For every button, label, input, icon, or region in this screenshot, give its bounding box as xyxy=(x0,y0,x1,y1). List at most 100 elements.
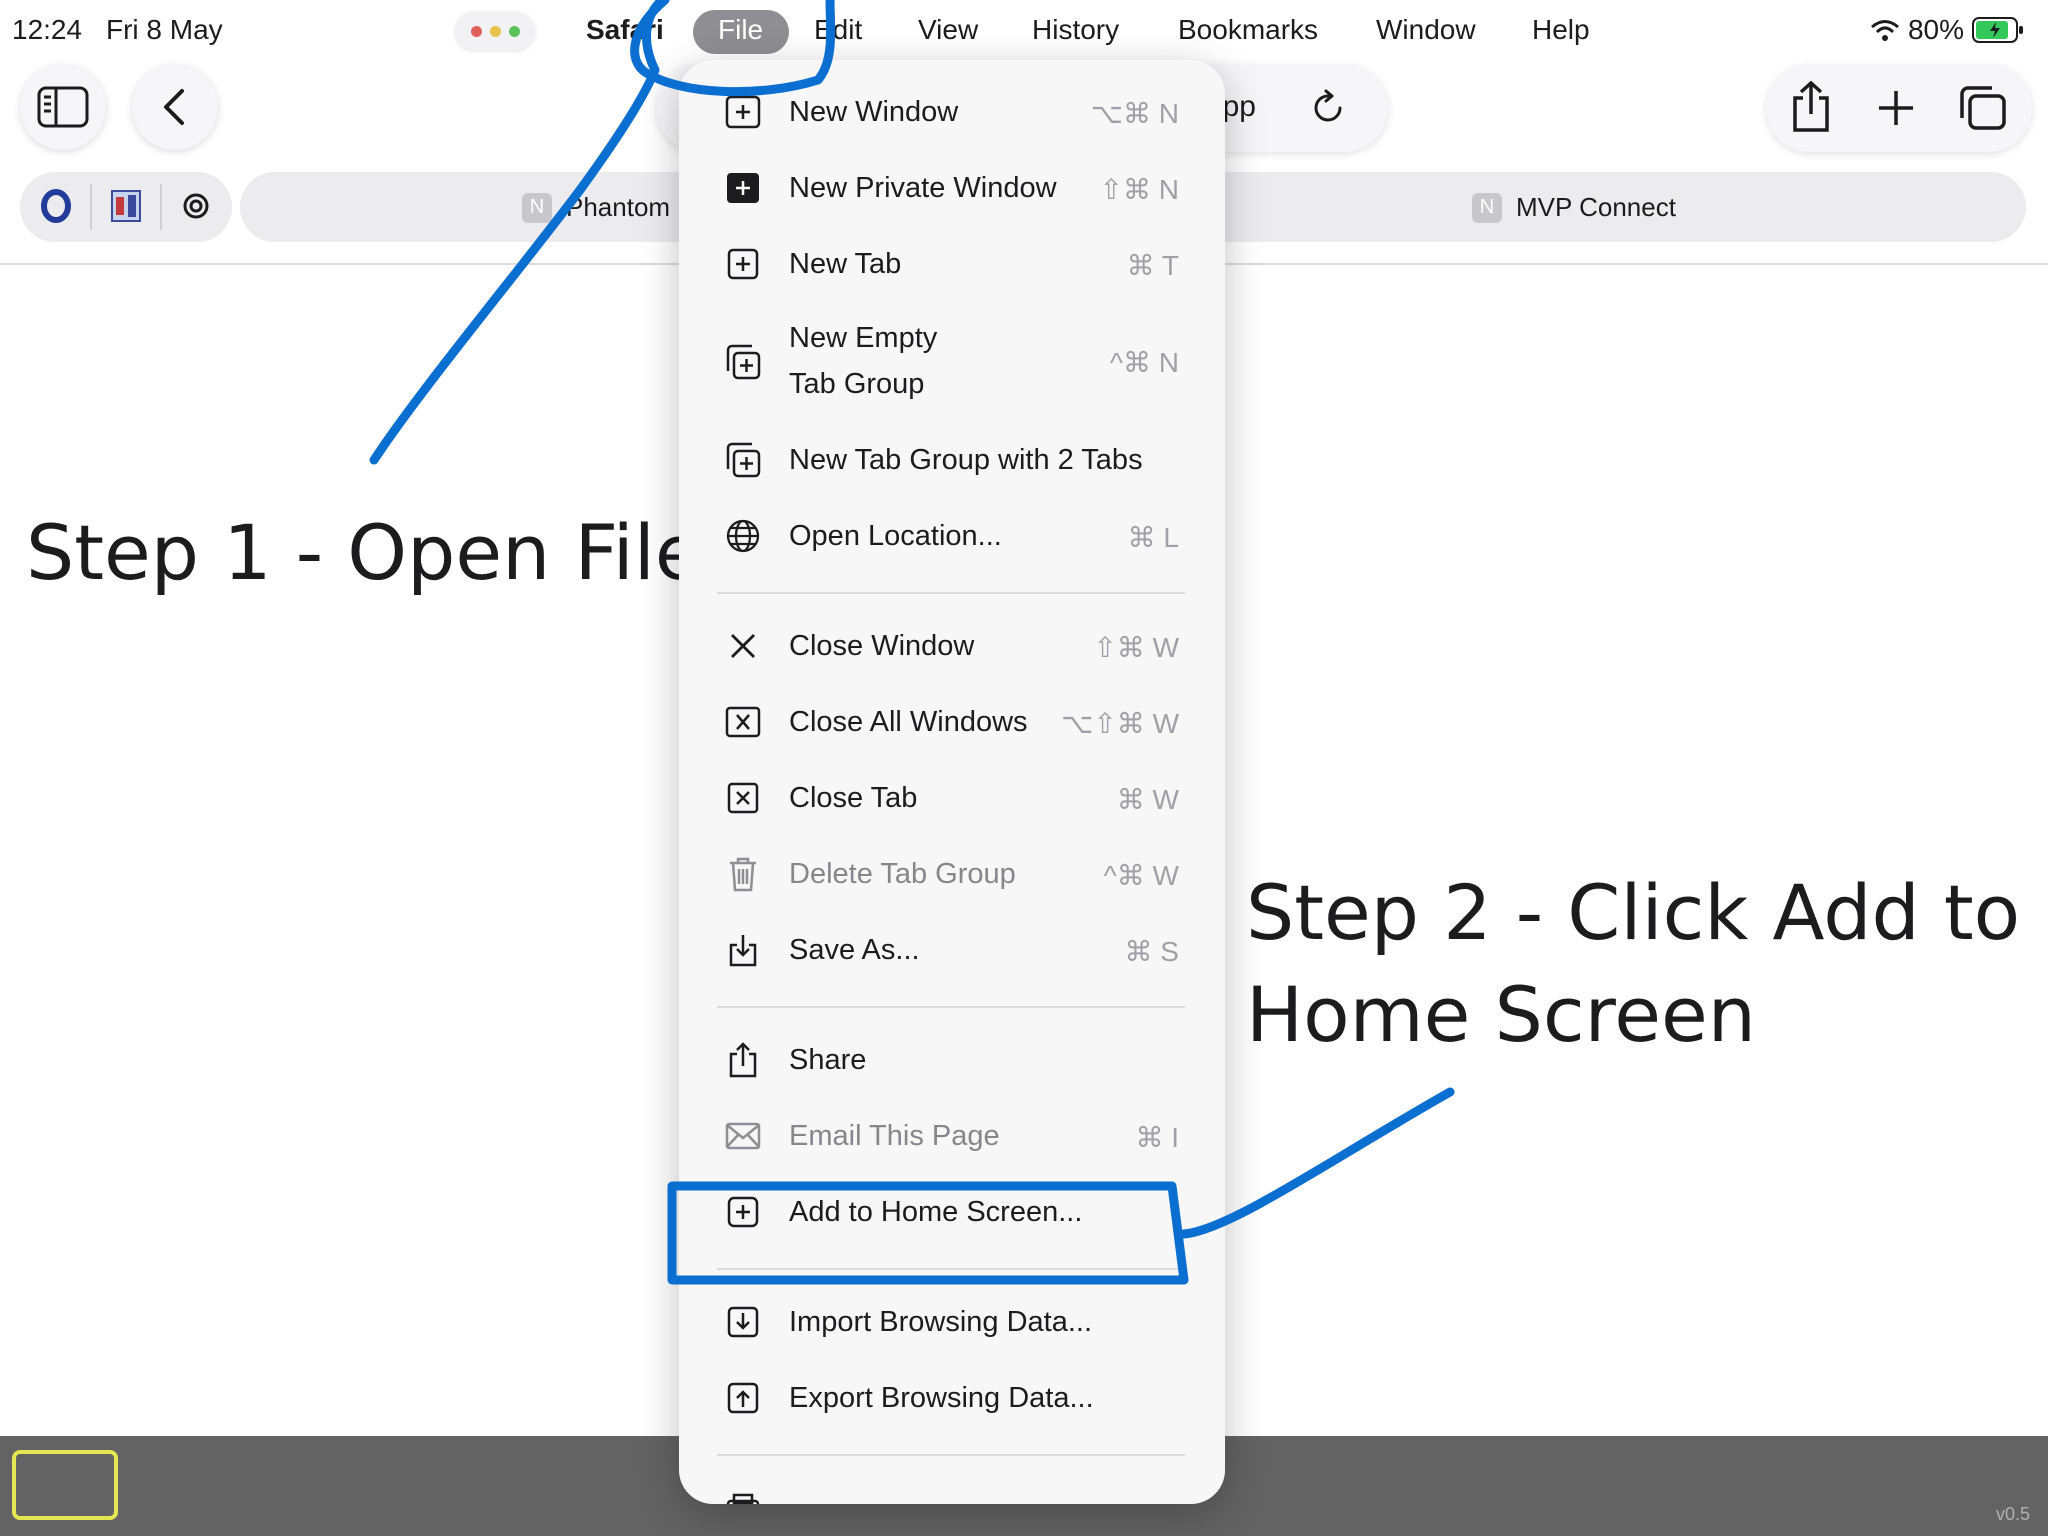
envelope-icon xyxy=(725,1118,761,1154)
menu-item-open-location[interactable]: Open Location... ⌘ L xyxy=(679,506,1225,566)
menu-item-label: Export Browsing Data... xyxy=(789,1382,1094,1414)
menu-item-new-tab-group-with-tabs[interactable]: New Tab Group with 2 Tabs xyxy=(679,430,1225,490)
menu-item-shortcut: ⌥⇧⌘ W xyxy=(1061,708,1179,739)
menu-separator xyxy=(717,1454,1185,1456)
menu-item-import-browsing-data[interactable]: Import Browsing Data... xyxy=(679,1292,1225,1352)
export-icon xyxy=(725,1380,761,1416)
menu-item-label: Import Browsing Data... xyxy=(789,1306,1092,1338)
battery-icon xyxy=(1972,17,2023,43)
menu-item-label: Close Window xyxy=(789,630,975,662)
tabs-overview-icon[interactable] xyxy=(1958,84,2008,132)
menu-item-shortcut: ⇧⌘ N xyxy=(1099,174,1179,205)
menu-item-label: Close All Windows xyxy=(789,706,1028,738)
sidebar-icon xyxy=(37,86,89,128)
sidebar-button[interactable] xyxy=(20,64,106,150)
menu-item-new-window[interactable]: New Window ⌥⌘ N xyxy=(679,82,1225,142)
favorites-bar xyxy=(20,172,232,242)
menu-item-add-to-home-screen[interactable]: Add to Home Screen... xyxy=(679,1182,1225,1242)
tab-favicon: N xyxy=(1472,192,1502,223)
tab-phantom[interactable]: N Phantom xyxy=(522,192,670,223)
menu-item-label: Open Location... xyxy=(789,520,1002,552)
menu-item-shortcut: ⌘ W xyxy=(1116,784,1179,815)
menu-history[interactable]: History xyxy=(1032,14,1119,46)
menu-item-label: Email This Page xyxy=(789,1120,1000,1152)
tab-group-icon xyxy=(725,344,761,380)
menu-file[interactable]: File xyxy=(718,14,763,46)
step2-annotation: Step 2 - Click Add to Home Screen xyxy=(1246,868,2021,1059)
menu-item-close-all-windows[interactable]: Close All Windows ⌥⇧⌘ W xyxy=(679,692,1225,752)
menu-item-close-window[interactable]: Close Window ⇧⌘ W xyxy=(679,616,1225,676)
close-icon xyxy=(725,628,761,664)
menu-item-close-tab[interactable]: Close Tab ⌘ W xyxy=(679,768,1225,828)
menu-item-shortcut: ^⌘ N xyxy=(1109,347,1179,378)
wifi-icon xyxy=(1870,20,1899,41)
menu-window[interactable]: Window xyxy=(1376,14,1476,46)
menu-item-label: Close Tab xyxy=(789,782,918,814)
save-icon xyxy=(725,932,761,968)
menu-item-label: New Window xyxy=(789,96,959,128)
menu-item-email-this-page[interactable]: Email This Page ⌘ I xyxy=(679,1106,1225,1166)
new-tab-icon xyxy=(725,246,761,282)
menu-item-export-browsing-data[interactable]: Export Browsing Data... xyxy=(679,1368,1225,1428)
menu-item-shortcut: ⌥⌘ N xyxy=(1090,98,1179,129)
menu-edit[interactable]: Edit xyxy=(814,14,862,46)
new-window-icon xyxy=(725,94,761,130)
menu-separator xyxy=(717,1006,1185,1008)
status-time: 12:24 xyxy=(12,14,83,45)
menu-item-share[interactable]: Share xyxy=(679,1030,1225,1090)
menu-item-new-private-window[interactable]: New Private Window ⇧⌘ N xyxy=(679,158,1225,218)
menu-item-label: Save As... xyxy=(789,934,920,966)
menu-item-print-partial[interactable] xyxy=(679,1478,1225,1504)
menu-item-shortcut: ⇧⌘ W xyxy=(1093,632,1179,663)
import-icon xyxy=(725,1304,761,1340)
zoom-dot-icon[interactable] xyxy=(508,25,520,37)
file-menu-dropdown: New Window ⌥⌘ N New Private Window ⇧⌘ N … xyxy=(679,60,1225,1504)
step1-annotation: Step 1 - Open File xyxy=(26,508,702,597)
add-box-icon xyxy=(725,1194,761,1230)
trash-icon xyxy=(725,856,761,892)
favorites-divider xyxy=(90,184,92,230)
minimize-dot-icon[interactable] xyxy=(489,25,501,37)
favorite-chatgpt-icon[interactable] xyxy=(176,186,216,226)
menu-item-shortcut: ⌘ I xyxy=(1135,1122,1179,1153)
status-indicators: 80% xyxy=(1870,14,2024,46)
menu-item-shortcut: ⌘ T xyxy=(1126,250,1179,281)
tab-title: MVP Connect xyxy=(1516,192,1676,222)
menu-view[interactable]: View xyxy=(918,14,978,46)
menu-item-shortcut: ⌘ S xyxy=(1124,936,1179,967)
favorites-divider xyxy=(160,184,162,230)
menu-safari[interactable]: Safari xyxy=(586,14,664,46)
close-dot-icon[interactable] xyxy=(470,25,482,37)
version-label: v0.5 xyxy=(1995,1504,2030,1524)
close-box-icon xyxy=(725,780,761,816)
menu-item-new-empty-tab-group[interactable]: New Empty Tab Group ^⌘ N xyxy=(679,310,1225,414)
share-icon xyxy=(725,1042,761,1078)
tab-mvp-connect[interactable]: N MVP Connect xyxy=(1472,192,1676,223)
battery-percent: 80% xyxy=(1907,14,1964,45)
menu-item-shortcut: ^⌘ W xyxy=(1103,860,1179,891)
menu-item-delete-tab-group[interactable]: Delete Tab Group ^⌘ W xyxy=(679,844,1225,904)
toolbar-right-group xyxy=(1766,64,2032,152)
private-window-icon xyxy=(725,170,761,206)
globe-icon xyxy=(725,518,761,554)
window-controls[interactable] xyxy=(455,12,535,50)
plus-icon[interactable] xyxy=(1876,88,1916,128)
printer-icon xyxy=(725,1490,761,1504)
highlight-box xyxy=(12,1450,118,1520)
menu-item-shortcut: ⌘ L xyxy=(1127,522,1179,553)
menu-item-new-tab[interactable]: New Tab ⌘ T xyxy=(679,234,1225,294)
favorite-opera-icon[interactable] xyxy=(36,186,76,226)
favorite-site-icon[interactable] xyxy=(106,186,146,226)
share-icon[interactable] xyxy=(1788,80,1834,134)
chevron-left-icon xyxy=(164,89,184,125)
menu-separator xyxy=(717,1268,1185,1270)
menu-bookmarks[interactable]: Bookmarks xyxy=(1178,14,1318,46)
menu-help[interactable]: Help xyxy=(1532,14,1590,46)
back-button[interactable] xyxy=(132,64,218,150)
menu-item-label-line2: Tab Group xyxy=(789,368,925,400)
menu-item-save-as[interactable]: Save As... ⌘ S xyxy=(679,920,1225,980)
tab-favicon: N xyxy=(522,192,552,223)
menu-separator xyxy=(717,592,1185,594)
reload-icon[interactable] xyxy=(1310,88,1348,128)
status-date: Fri 8 May xyxy=(106,14,223,45)
